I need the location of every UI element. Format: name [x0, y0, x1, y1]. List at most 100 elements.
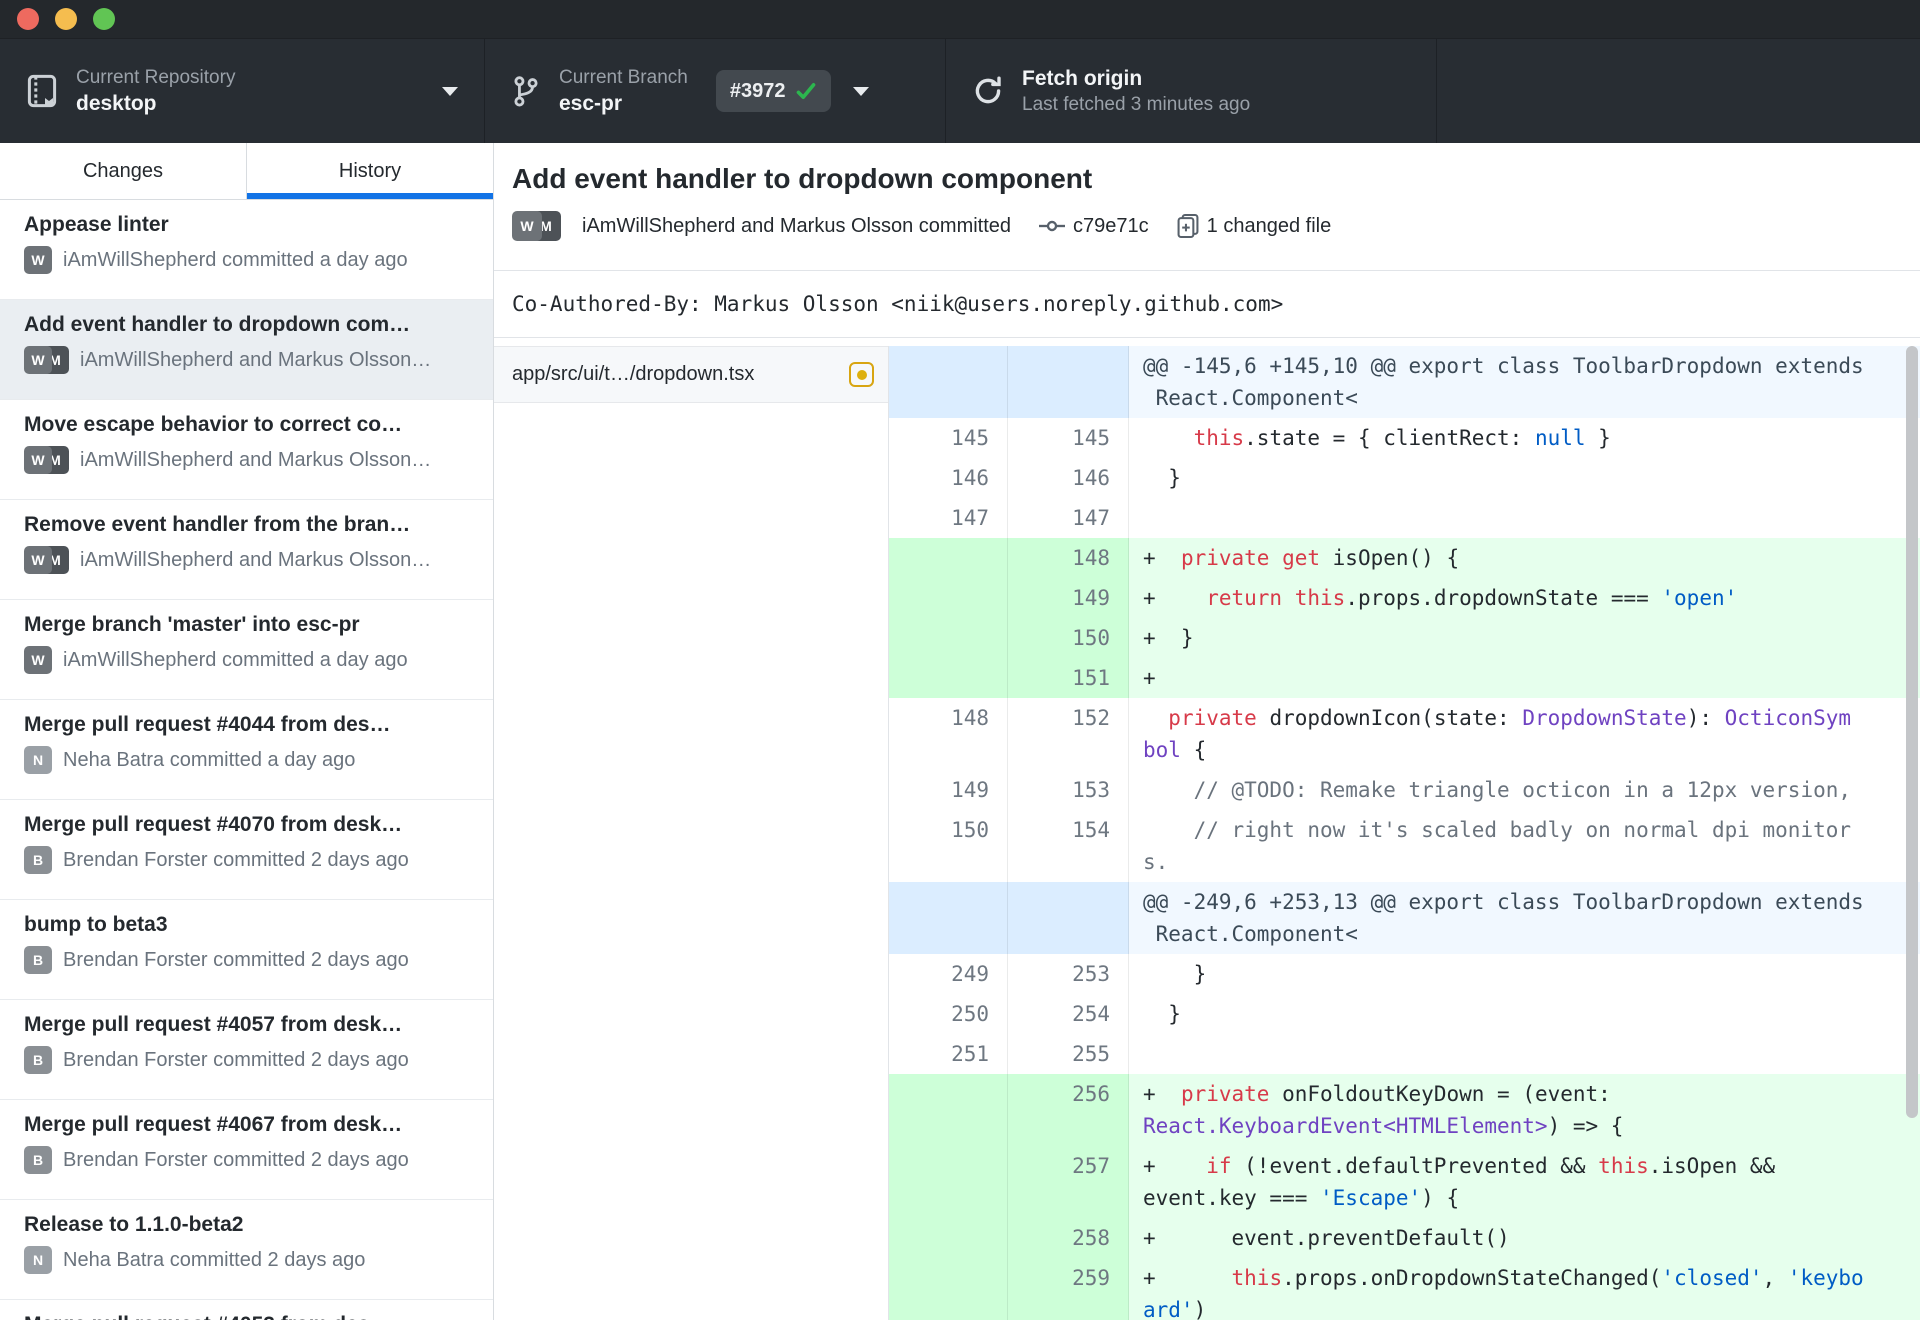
diff-code-line: }	[1143, 1002, 1181, 1026]
changed-file-path: app/src/ui/t…/dropdown.tsx	[512, 363, 755, 385]
avatar-group: W	[24, 646, 52, 674]
file-diff-icon	[1177, 213, 1199, 239]
commit-list-title: Merge pull request #4053 from des…	[24, 1313, 469, 1320]
avatar: B	[24, 1146, 52, 1174]
app-toolbar: Current Repository desktop Current Branc…	[0, 38, 1920, 143]
current-branch-button[interactable]: Current Branch esc-pr #3972	[485, 39, 946, 143]
diff-code-line: private dropdownIcon(state: DropdownStat…	[1168, 706, 1852, 730]
diff-code-cell: }	[1129, 458, 1920, 498]
avatar: W	[24, 346, 52, 374]
commit-list-title: Merge branch 'master' into esc-pr	[24, 613, 360, 636]
diff-code-line: @@ -249,6 +253,13 @@ export class Toolba…	[1143, 890, 1864, 914]
commit-list-item[interactable]: Add event handler to dropdown com… W M iAmW…	[0, 300, 493, 400]
avatar: B	[24, 846, 52, 874]
tab-history[interactable]: History	[246, 143, 493, 199]
commit-list-meta: B Brendan Forster committed 2 days ago	[24, 846, 469, 874]
app-body: Changes History Appease linter WiAmWillSh…	[0, 143, 1920, 1320]
commit-sha-group: c79e71c	[1039, 215, 1149, 238]
diff-code-cell: }	[1129, 994, 1920, 1034]
committer-names: iAmWillShepherd and Markus Olsson commit…	[582, 214, 1012, 237]
commit-list-item[interactable]: Merge pull request #4057 from desk… B Bren…	[0, 1000, 493, 1100]
diff-code-cell: // @TODO: Remake triangle octicon in a 1…	[1129, 770, 1920, 810]
diff-code-cell: @@ -145,6 +145,10 @@ export class Toolba…	[1129, 346, 1920, 418]
commit-list-title: bump to beta3	[24, 913, 168, 936]
diff-code-line: + private onFoldoutKeyDown = (event:	[1143, 1082, 1611, 1106]
commit-list-title: Merge pull request #4070 from desk…	[24, 813, 403, 836]
current-repository-button[interactable]: Current Repository desktop	[0, 39, 485, 143]
commit-list-meta: W M iAmWillShepherd and Markus Olsson…	[24, 446, 469, 474]
commit-list-meta: N Neha Batra committed 2 days ago	[24, 1246, 469, 1274]
diff-code-line: + private get isOpen() {	[1143, 546, 1460, 570]
diff-new-line-number: 256	[1008, 1074, 1129, 1146]
diff-context-row: 147 147	[889, 498, 1920, 538]
diff-new-line-number: 149	[1008, 578, 1129, 618]
diff-code-line: s.	[1143, 850, 1169, 874]
diff-scrollbar[interactable]	[1906, 346, 1918, 1118]
fetch-label-block: Fetch origin Last fetched 3 minutes ago	[1022, 65, 1250, 117]
commit-list-item[interactable]: Merge pull request #4067 from desk… B Bren…	[0, 1100, 493, 1200]
diff-old-line-number	[889, 618, 1008, 658]
commit-list-title: Appease linter	[24, 213, 169, 236]
diff-code-line: bol {	[1143, 738, 1207, 762]
commit-list-title: Add event handler to dropdown com…	[24, 313, 411, 336]
avatar-group: N	[24, 746, 52, 774]
commit-list-meta: WiAmWillShepherd committed a day ago	[24, 246, 469, 274]
diff-code-line: React.Component<	[1143, 922, 1358, 946]
commit-list-item[interactable]: Merge pull request #4044 from des… N Neha …	[0, 700, 493, 800]
diff-old-line-number	[889, 346, 1008, 418]
diff-code-line: // @TODO: Remake triangle octicon in a 1…	[1143, 778, 1852, 802]
diff-added-row: 148 + private get isOpen() {	[889, 538, 1920, 578]
diff-old-line-number	[889, 578, 1008, 618]
changed-file-row[interactable]: app/src/ui/t…/dropdown.tsx	[494, 346, 888, 403]
commit-byline: Brendan Forster committed 2 days ago	[63, 848, 409, 871]
avatar: W	[24, 646, 52, 674]
commit-list-item[interactable]: Merge pull request #4070 from desk… B Bren…	[0, 800, 493, 900]
commit-byline: Brendan Forster committed 2 days ago	[63, 1148, 409, 1171]
fetch-origin-button[interactable]: Fetch origin Last fetched 3 minutes ago	[946, 39, 1437, 143]
diff-old-line-number	[889, 1074, 1008, 1146]
commit-list-item[interactable]: Move escape behavior to correct co… W M iAm…	[0, 400, 493, 500]
close-window-button[interactable]	[17, 8, 39, 30]
diff-code-cell: + return this.props.dropdownState === 'o…	[1129, 578, 1920, 618]
diff-added-row: 149 + return this.props.dropdownState ===…	[889, 578, 1920, 618]
git-branch-icon	[511, 73, 541, 109]
diff-context-row: 251 255	[889, 1034, 1920, 1074]
repository-label: Current Repository	[76, 67, 236, 88]
diff-old-line-number	[889, 882, 1008, 954]
diff-code-line: + this.props.onDropdownStateChanged('clo…	[1143, 1266, 1864, 1290]
avatar: W	[24, 246, 52, 274]
commit-list-title: Merge pull request #4044 from des…	[24, 713, 391, 736]
diff-added-row: 259 + this.props.onDropdownStateChanged('…	[889, 1258, 1920, 1320]
tab-changes[interactable]: Changes	[0, 143, 246, 199]
minimize-window-button[interactable]	[55, 8, 77, 30]
commit-meta-row: WM iAmWillShepherd and Markus Olsson com…	[512, 211, 1920, 241]
diff-new-line-number: 146	[1008, 458, 1129, 498]
diff-code-line: + if (!event.defaultPrevented && this.is…	[1143, 1154, 1776, 1178]
commit-list-item[interactable]: Release to 1.1.0-beta2 N Neha Batra commit…	[0, 1200, 493, 1300]
avatar-group: B	[24, 946, 52, 974]
diff-code-cell	[1129, 498, 1920, 538]
commit-list-meta: B Brendan Forster committed 2 days ago	[24, 946, 469, 974]
commit-list-item[interactable]: Merge pull request #4053 from des…NNeha …	[0, 1300, 493, 1320]
zoom-window-button[interactable]	[93, 8, 115, 30]
diff-section: app/src/ui/t…/dropdown.tsx @@ -145,6 +14…	[494, 338, 1920, 1320]
diff-code-cell: + event.preventDefault()	[1129, 1218, 1920, 1258]
diff-code-cell: }	[1129, 954, 1920, 994]
diff-new-line-number	[1008, 882, 1129, 954]
diff-old-line-number	[889, 1218, 1008, 1258]
avatar-group: W	[24, 246, 52, 274]
commit-list-item[interactable]: Merge branch 'master' into esc-pr WiAmWil…	[0, 600, 493, 700]
diff-code-line: + }	[1143, 626, 1194, 650]
diff-context-row: 150 154 // right now it's scaled badly on…	[889, 810, 1920, 882]
diff-code-line: +	[1143, 666, 1156, 690]
commit-list-meta: N Neha Batra committed a day ago	[24, 746, 469, 774]
commit-list-item[interactable]: Appease linter WiAmWillShepherd committed…	[0, 200, 493, 300]
commit-list-item[interactable]: Remove event handler from the bran… W M iAm…	[0, 500, 493, 600]
diff-code-cell: @@ -249,6 +253,13 @@ export class Toolba…	[1129, 882, 1920, 954]
commit-list-item[interactable]: bump to beta3 B Brendan Forster committed …	[0, 900, 493, 1000]
diff-old-line-number: 147	[889, 498, 1008, 538]
commit-title: Add event handler to dropdown component	[512, 163, 1093, 194]
diff-context-row: 249 253 }	[889, 954, 1920, 994]
commit-history-list: Appease linter WiAmWillShepherd committed…	[0, 200, 493, 1320]
